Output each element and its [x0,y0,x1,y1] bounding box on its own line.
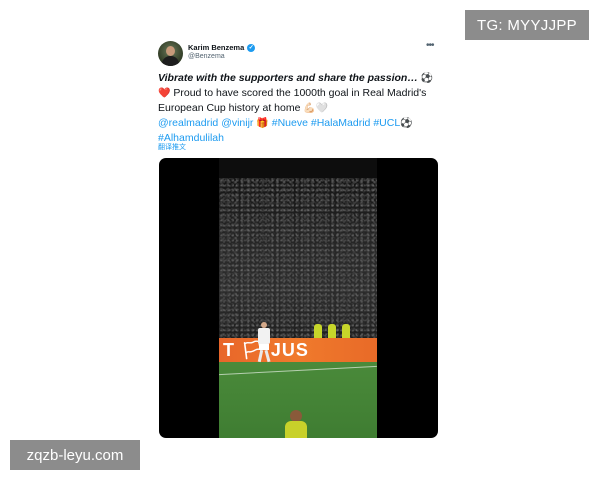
stewards [314,324,354,338]
advertising-board: T 🏳 JUS [219,338,377,362]
camera-operator-vest [285,421,307,438]
player-leg [257,349,264,363]
player-figure [257,322,271,363]
gift-icon: 🎁 [256,118,269,129]
hashtag-halamadrid[interactable]: #HalaMadrid [311,117,371,129]
author-name-text[interactable]: Karim Benzema [188,43,244,52]
player-shirt [258,328,270,344]
video-frame: T 🏳 JUS [219,158,377,438]
crowd-texture [219,178,377,338]
mention-realmadrid[interactable]: @realmadrid [158,117,218,129]
camera-operator [285,410,307,438]
avatar-face [166,46,175,56]
author-name[interactable]: Karim Benzema ✓ [188,43,256,52]
tweet-card: Karim Benzema ✓ @Benzema ••• Vibrate wit… [158,38,440,440]
soccer-ball-icon-2: ⚽ [400,118,413,129]
red-heart-icon: ❤️ [158,88,171,99]
steward [314,324,322,338]
steward [328,324,336,338]
tweet-video[interactable]: T 🏳 JUS [159,158,438,438]
author-handle[interactable]: @Benzema [188,53,225,60]
verified-badge-icon: ✓ [247,43,256,52]
tg-badge: TG: MYYJJPP [465,10,589,40]
player-leg [264,349,271,363]
flexed-biceps-icon: 💪🏻 [303,103,316,114]
hashtag-ucl[interactable]: #UCL [373,117,400,129]
avatar-body [162,56,179,66]
white-heart-icon: 🤍 [315,103,329,114]
mention-vinijr[interactable]: @vinijr [221,117,253,129]
more-dots-icon[interactable]: ••• [426,40,434,51]
watermark: zqzb-leyu.com [10,440,140,470]
hashtag-nueve[interactable]: #Nueve [272,117,308,129]
tweet-lead-text: Vibrate with the supporters and share th… [158,72,418,84]
translate-tweet-link[interactable]: 翻译推文 [158,142,186,152]
avatar[interactable] [158,41,183,66]
steward [342,324,350,338]
tweet-text: Vibrate with the supporters and share th… [158,71,440,145]
soccer-ball-icon: ⚽ [420,73,434,84]
tweet-body-text: Proud to have scored the 1000th goal in … [158,87,427,114]
